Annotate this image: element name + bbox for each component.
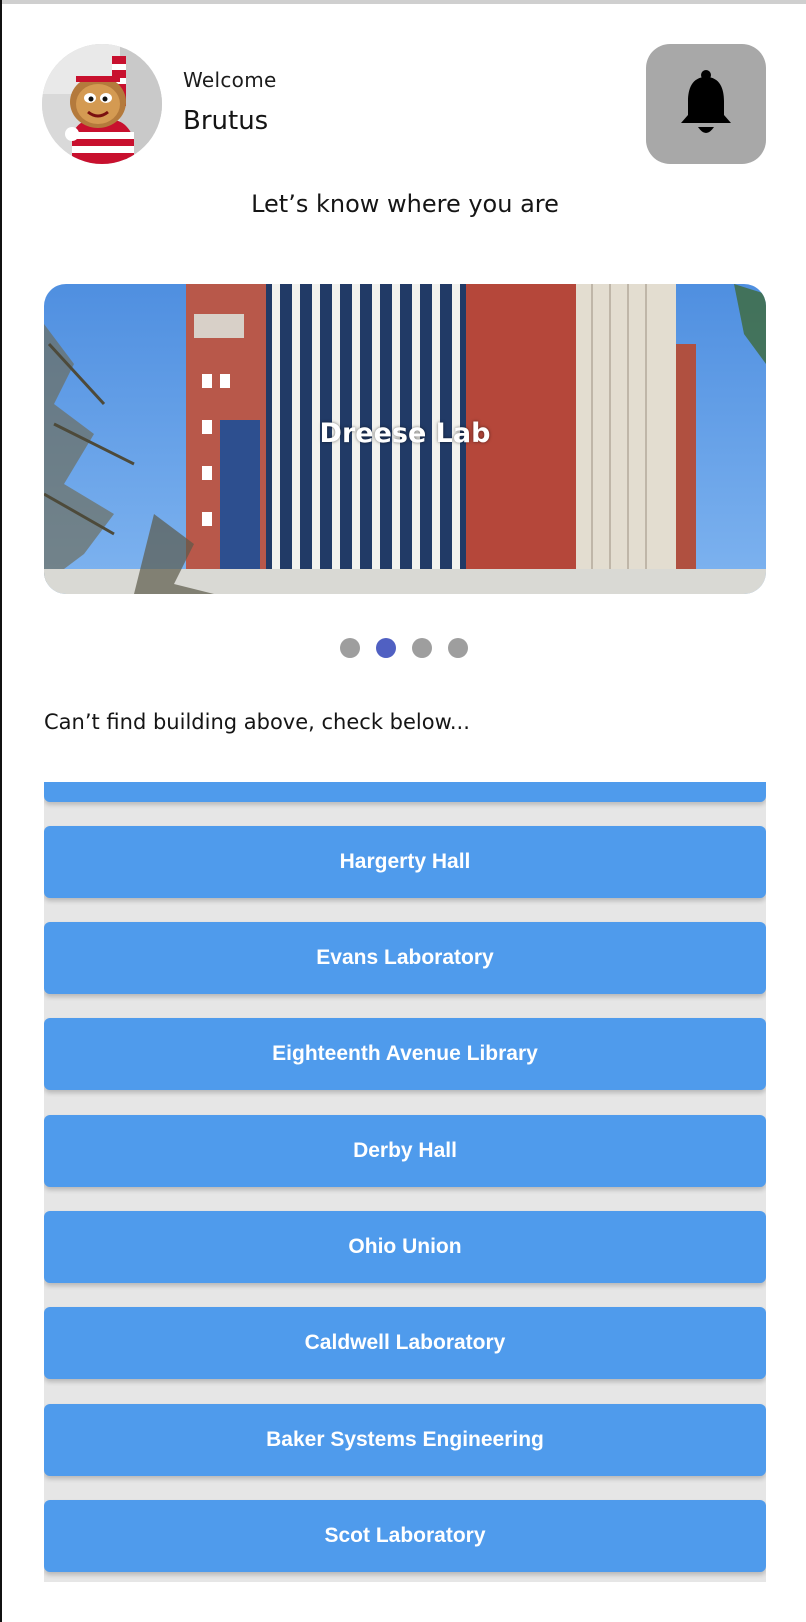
building-button[interactable]: Hargerty Hall — [44, 826, 766, 898]
building-button[interactable]: Evans Laboratory — [44, 922, 766, 994]
app-screen: Welcome Brutus Let’s know where you are — [0, 0, 806, 1622]
building-button[interactable]: Scot Laboratory — [44, 1500, 766, 1572]
carousel-indicator — [340, 638, 468, 658]
carousel-dot[interactable] — [340, 638, 360, 658]
welcome-block: Welcome Brutus — [183, 68, 277, 136]
notifications-button[interactable] — [646, 44, 766, 164]
carousel-caption: Dreese Lab — [319, 418, 491, 449]
section-hint: Can’t find building above, check below..… — [44, 710, 470, 734]
building-button[interactable]: Baker Systems Engineering — [44, 1404, 766, 1476]
building-list[interactable]: Hargerty Hall Evans Laboratory Eighteent… — [44, 782, 766, 1582]
mascot-avatar-icon — [42, 44, 162, 164]
carousel-dot[interactable] — [412, 638, 432, 658]
building-button[interactable]: Ohio Union — [44, 1211, 766, 1283]
building-button[interactable]: Caldwell Laboratory — [44, 1307, 766, 1379]
carousel-dot[interactable] — [448, 638, 468, 658]
header: Welcome Brutus — [42, 44, 766, 164]
welcome-label: Welcome — [183, 68, 277, 92]
bell-icon — [681, 70, 731, 133]
carousel-dot-active[interactable] — [376, 638, 396, 658]
building-button[interactable]: Derby Hall — [44, 1115, 766, 1187]
user-name: Brutus — [183, 106, 269, 136]
location-prompt: Let’s know where you are — [251, 190, 559, 218]
bottom-spacer — [2, 1592, 806, 1622]
building-button-partial[interactable] — [44, 782, 766, 802]
building-carousel[interactable]: Dreese Lab — [44, 284, 766, 594]
status-divider — [2, 0, 806, 4]
building-button[interactable]: Eighteenth Avenue Library — [44, 1018, 766, 1090]
avatar[interactable] — [42, 44, 162, 164]
